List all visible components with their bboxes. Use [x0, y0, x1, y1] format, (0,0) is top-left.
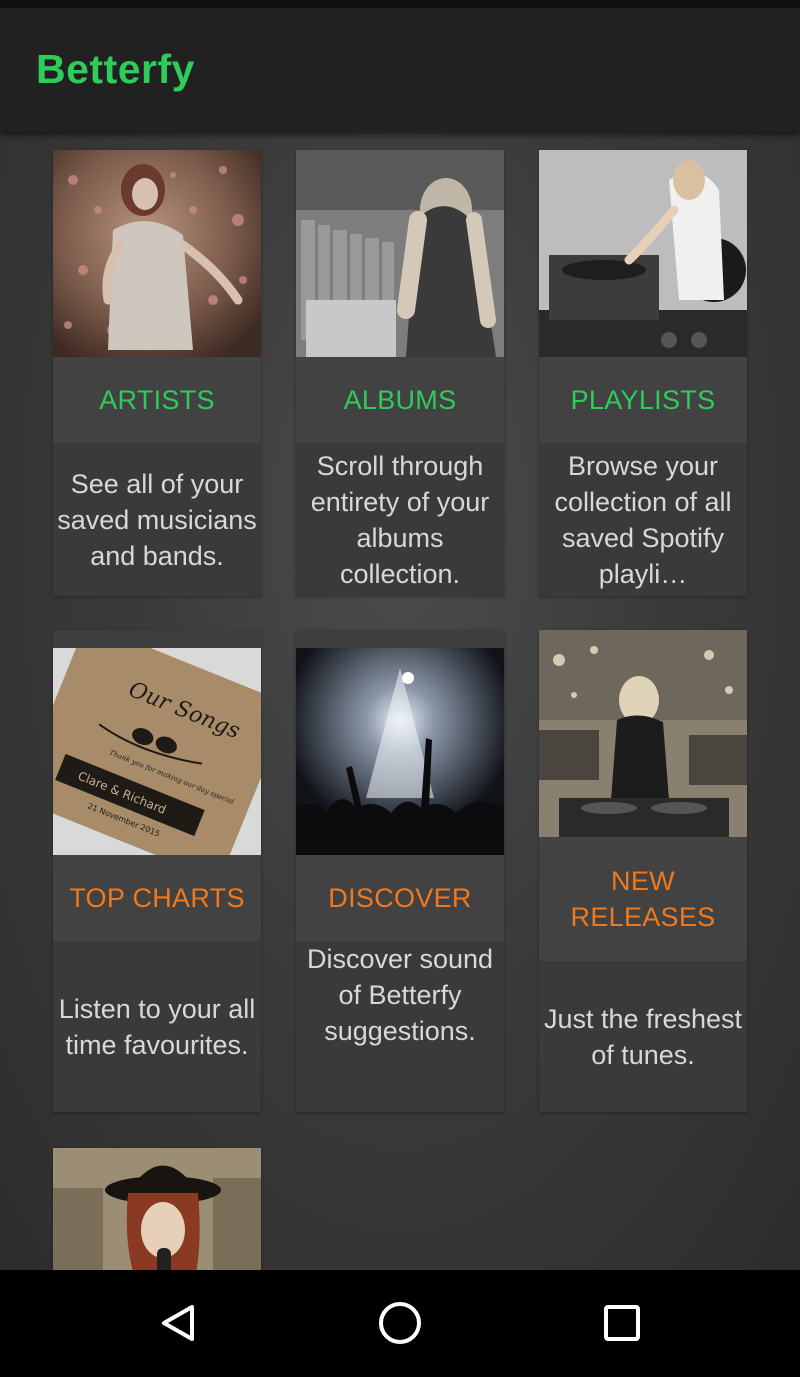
category-title: PLAYLISTS [539, 357, 747, 443]
albums-title: ALBUMS [343, 385, 457, 415]
singer-photo-icon [53, 1148, 261, 1270]
playlists-photo-icon [539, 150, 747, 357]
artists-title: ARTISTS [99, 385, 215, 415]
category-title: ARTISTS [53, 357, 261, 443]
app-bar: Betterfy [0, 8, 800, 132]
back-button[interactable] [142, 1290, 214, 1356]
artists-description: See all of your saved musicians and band… [57, 468, 257, 571]
new-releases-photo-icon [539, 630, 747, 837]
new-releases-title: NEW RELEASES [570, 866, 716, 932]
playlists-description: Browse your collection of all saved Spot… [554, 450, 732, 589]
recents-square-icon [604, 1305, 640, 1341]
app-title: Betterfy [36, 46, 195, 92]
playlists-title: PLAYLISTS [570, 385, 716, 415]
category-description: Discover sound of Betterfy suggestions. [296, 941, 504, 1112]
category-description: Just the freshest of tunes. [539, 961, 747, 1112]
category-tile-partial[interactable] [53, 1148, 261, 1270]
top-charts-photo-icon: Our Songs Thank you for making our day s… [53, 648, 261, 855]
screen: Betterfy ARTISTS See all of your saved m… [0, 0, 800, 1377]
category-description: Listen to your all time favourites. [53, 941, 261, 1112]
back-triangle-icon [162, 1305, 194, 1341]
category-title: TOP CHARTS [53, 855, 261, 941]
discover-photo-icon [296, 648, 504, 855]
top-charts-title: TOP CHARTS [69, 883, 245, 913]
albums-description: Scroll through entirety of your albums c… [310, 450, 490, 589]
category-tile-playlists[interactable]: PLAYLISTS Browse your collection of all … [539, 150, 747, 596]
home-circle-icon [379, 1302, 421, 1344]
category-tile-discover[interactable]: DISCOVER Discover sound of Betterfy sugg… [296, 630, 504, 1112]
category-description: See all of your saved musicians and band… [53, 443, 261, 596]
category-title: NEW RELEASES [539, 837, 747, 961]
category-description: Browse your collection of all saved Spot… [539, 443, 747, 596]
category-description: Scroll through entirety of your albums c… [296, 443, 504, 596]
category-tile-artists[interactable]: ARTISTS See all of your saved musicians … [53, 150, 261, 596]
discover-description: Discover sound of Betterfy suggestions. [306, 944, 494, 1046]
discover-title: DISCOVER [328, 883, 472, 913]
category-tile-top-charts[interactable]: Our Songs Thank you for making our day s… [53, 630, 261, 1112]
navigation-bar [0, 1270, 800, 1377]
category-title: DISCOVER [296, 855, 504, 941]
category-title: ALBUMS [296, 357, 504, 443]
category-grid: ARTISTS See all of your saved musicians … [0, 132, 800, 1270]
albums-photo-icon [296, 150, 504, 357]
status-bar [0, 0, 800, 8]
recents-button[interactable] [586, 1290, 658, 1356]
artists-photo-icon [53, 150, 261, 357]
top-charts-description: Listen to your all time favourites. [58, 993, 256, 1060]
category-tile-albums[interactable]: ALBUMS Scroll through entirety of your a… [296, 150, 504, 596]
new-releases-description: Just the freshest of tunes. [543, 1003, 743, 1070]
home-button[interactable] [364, 1290, 436, 1356]
category-tile-new-releases[interactable]: NEW RELEASES Just the freshest of tunes. [539, 630, 747, 1112]
